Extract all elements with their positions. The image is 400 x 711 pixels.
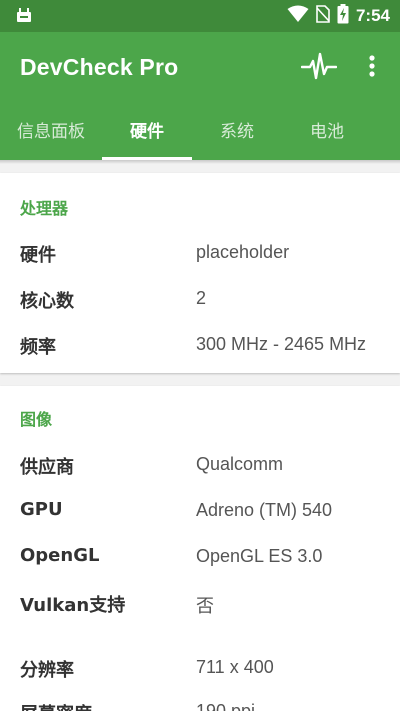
monitor-button[interactable]	[300, 50, 338, 84]
android-debug-icon	[16, 7, 32, 23]
row-value-gpu: Adreno (TM) 540	[196, 500, 333, 520]
status-time: 7:54	[355, 6, 390, 25]
tab-dashboard[interactable]: 信息面板	[0, 104, 102, 160]
tab-bar: 信息面板 硬件 系统 电池	[0, 104, 400, 160]
row-value-vendor: Qualcomm	[196, 454, 284, 474]
row-value-vulkan: 否	[196, 596, 214, 616]
row-value-frequency: 300 MHz - 2465 MHz	[196, 334, 367, 354]
wifi-icon	[287, 5, 309, 27]
row-label-vendor: 供应商	[20, 457, 74, 478]
row-value-hardware: placeholder	[196, 242, 290, 262]
section-title-processor: 处理器	[20, 199, 69, 218]
graphics-card: 图像 供应商 Qualcomm GPU Adreno (TM) 540 Open…	[0, 386, 400, 711]
tab-system[interactable]: 系统	[192, 104, 282, 160]
row-label-hardware: 硬件	[20, 245, 56, 266]
app-bar: DevCheck Pro	[0, 32, 400, 104]
row-value-density: 190 ppi	[196, 701, 256, 711]
row-label-opengl: OpenGL	[20, 545, 100, 566]
row-value-opengl: OpenGL ES 3.0	[196, 546, 323, 566]
section-title-graphics: 图像	[20, 410, 53, 429]
more-vert-icon	[358, 55, 386, 88]
tab-hardware[interactable]: 硬件	[102, 104, 192, 160]
app-title: DevCheck Pro	[20, 54, 179, 80]
battery-charging-icon	[337, 4, 349, 28]
processor-card: 处理器 硬件 placeholder 核心数 2 频率 300 MHz - 24…	[0, 173, 400, 373]
row-label-gpu: GPU	[20, 499, 63, 520]
row-label-frequency: 频率	[20, 337, 56, 358]
pulse-icon	[300, 52, 338, 88]
row-label-cores: 核心数	[20, 291, 74, 312]
overflow-menu-button[interactable]	[358, 50, 386, 84]
row-value-cores: 2	[196, 288, 207, 308]
status-bar: 7:54	[0, 0, 400, 32]
row-label-density: 屏幕密度	[20, 700, 92, 711]
row-value-resolution: 711 x 400	[196, 657, 274, 677]
tab-bar-shadow	[0, 160, 400, 164]
tab-battery[interactable]: 电池	[282, 104, 372, 160]
row-label-vulkan: Vulkan支持	[20, 595, 126, 616]
row-label-resolution: 分辨率	[20, 660, 74, 681]
no-sim-icon	[316, 5, 330, 27]
